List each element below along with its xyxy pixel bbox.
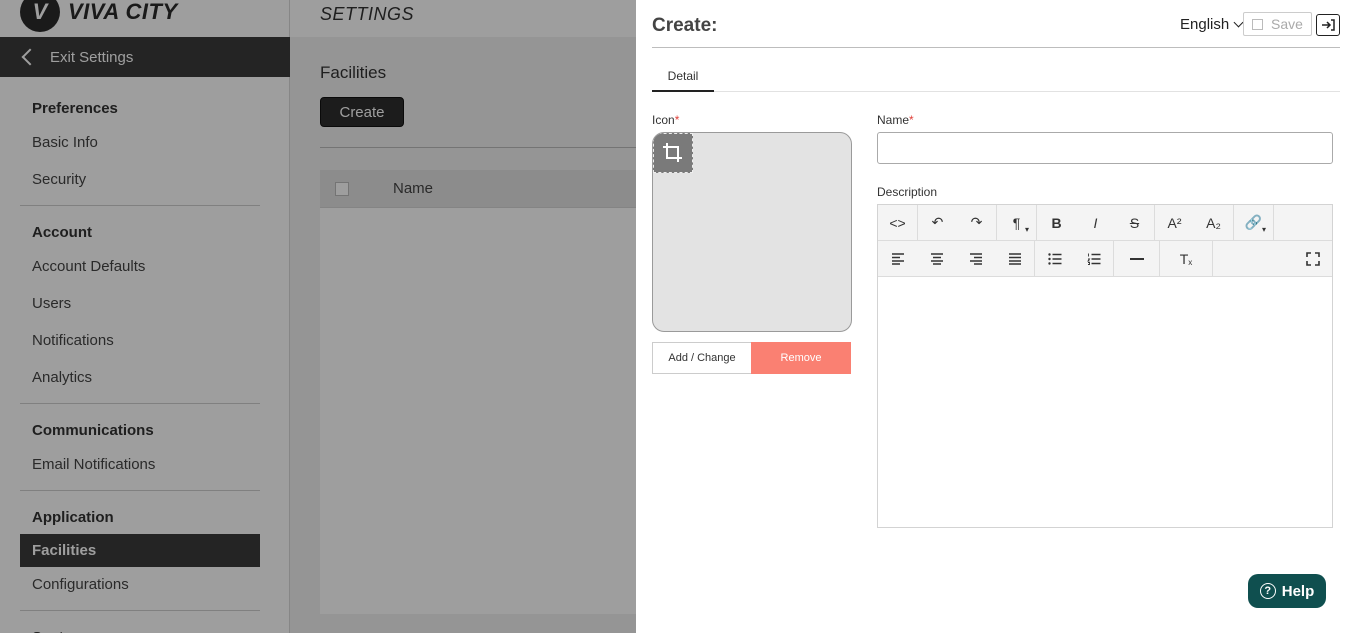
required-mark: *: [909, 113, 914, 127]
redo-icon[interactable]: ↷: [957, 205, 996, 240]
toolbar-group: <>: [878, 205, 918, 240]
description-rich-text-editor: <> ↶ ↷ ¶ ▾ B I S A² A₂ 🔗 ▾ T x: [877, 204, 1333, 528]
modal-backdrop[interactable]: [0, 0, 636, 633]
drawer-tabs: Detail: [652, 62, 1340, 92]
save-button[interactable]: Save: [1243, 12, 1312, 36]
clear-format-icon[interactable]: Tx: [1160, 241, 1212, 276]
name-input[interactable]: [877, 132, 1333, 164]
remove-icon-button[interactable]: Remove: [751, 342, 851, 374]
divider: [652, 47, 1340, 48]
subscript-icon[interactable]: A₂: [1194, 205, 1233, 240]
strikethrough-icon[interactable]: S: [1115, 205, 1154, 240]
code-view-icon[interactable]: <>: [878, 205, 917, 240]
horizontal-rule-icon[interactable]: [1114, 241, 1159, 276]
toolbar-group: [1114, 241, 1160, 276]
editor-toolbar-row-1: <> ↶ ↷ ¶ ▾ B I S A² A₂ 🔗 ▾: [878, 205, 1332, 241]
toolbar-group: 🔗 ▾: [1234, 205, 1274, 240]
toolbar-group: ↶ ↷: [918, 205, 997, 240]
align-right-icon[interactable]: [956, 241, 995, 276]
crop-icon[interactable]: [653, 133, 693, 173]
toolbar-group: B I S: [1037, 205, 1155, 240]
drawer-title: Create:: [652, 15, 718, 36]
help-icon: ?: [1259, 583, 1276, 599]
add-change-icon-button[interactable]: Add / Change: [652, 342, 752, 374]
icon-field-label: Icon*: [652, 113, 679, 127]
description-editor-area[interactable]: [878, 277, 1332, 527]
fullscreen-icon[interactable]: [1293, 241, 1332, 276]
language-label: English: [1180, 16, 1230, 33]
name-label-text: Name: [877, 113, 910, 127]
icon-label-text: Icon: [652, 113, 675, 127]
create-drawer: Create: English Save Detail Icon* Add / …: [636, 0, 1348, 633]
italic-icon[interactable]: I: [1076, 205, 1115, 240]
required-mark: *: [674, 113, 680, 127]
tab-detail[interactable]: Detail: [652, 62, 714, 92]
toolbar-group: [1035, 241, 1114, 276]
toolbar-group: Tx: [1160, 241, 1213, 276]
description-label: Description: [877, 185, 938, 199]
save-icon: [1252, 18, 1264, 30]
name-field-label: Name*: [877, 113, 914, 127]
help-label: Help: [1281, 582, 1315, 600]
numbered-list-icon[interactable]: [1074, 241, 1113, 276]
icon-image-preview[interactable]: [652, 132, 852, 332]
align-justify-icon[interactable]: [995, 241, 1034, 276]
superscript-icon[interactable]: A²: [1155, 205, 1194, 240]
close-drawer-icon[interactable]: [1316, 14, 1340, 36]
help-button[interactable]: ? Help: [1248, 574, 1326, 608]
align-center-icon[interactable]: [917, 241, 956, 276]
align-left-icon[interactable]: [878, 241, 917, 276]
toolbar-group: [878, 241, 1035, 276]
link-icon[interactable]: 🔗 ▾: [1234, 205, 1273, 240]
bullet-list-icon[interactable]: [1035, 241, 1074, 276]
paragraph-format-icon[interactable]: ¶ ▾: [997, 205, 1036, 240]
toolbar-group: ¶ ▾: [997, 205, 1037, 240]
editor-toolbar-row-2: Tx: [878, 241, 1332, 277]
bold-icon[interactable]: B: [1037, 205, 1076, 240]
undo-icon[interactable]: ↶: [918, 205, 957, 240]
language-select[interactable]: English: [1180, 16, 1244, 33]
toolbar-group: A² A₂: [1155, 205, 1234, 240]
save-label: Save: [1271, 16, 1303, 32]
